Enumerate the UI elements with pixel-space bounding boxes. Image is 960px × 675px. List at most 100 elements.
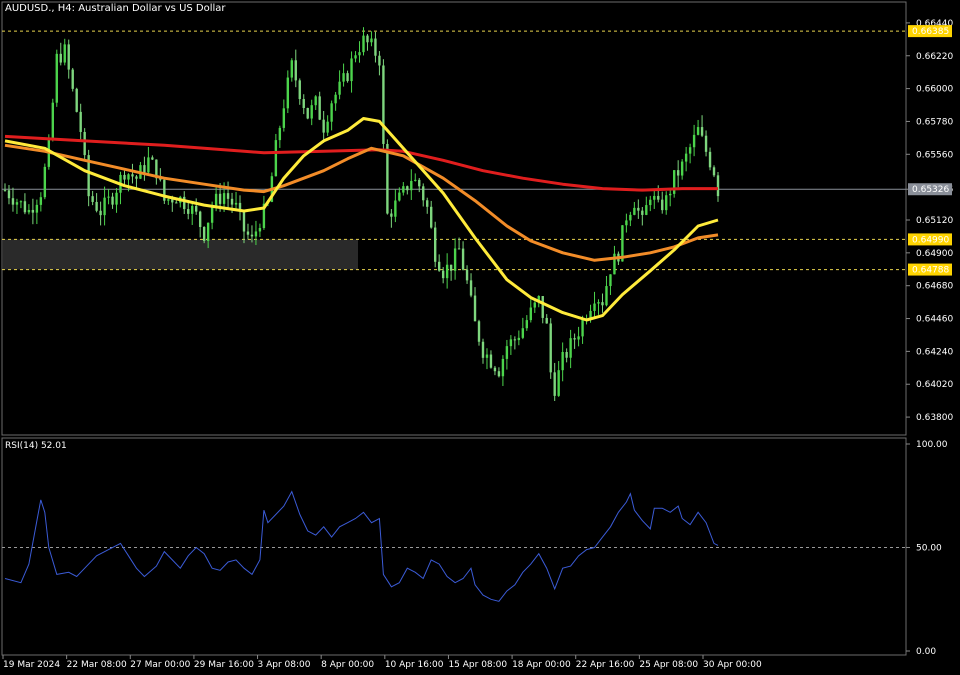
x-tick-label: 18 Apr 00:00 — [512, 660, 571, 670]
candle-body — [437, 261, 441, 271]
x-tick-label: 8 Apr 00:00 — [321, 660, 374, 670]
candle-body — [123, 174, 126, 180]
candle-body — [378, 55, 381, 66]
candle-body — [95, 201, 98, 211]
candle-body — [226, 193, 230, 199]
rsi-series — [4, 490, 719, 602]
candle-body — [565, 351, 568, 358]
x-tick-label: 27 Mar 00:00 — [130, 660, 190, 670]
candle-body — [322, 119, 325, 133]
timeframe: H4: — [57, 3, 76, 14]
candle-body — [418, 179, 421, 187]
candle-body — [649, 199, 652, 206]
candle-body — [3, 190, 7, 192]
y-tick-label: 0.65780 — [916, 117, 953, 127]
candle-body — [461, 248, 465, 270]
candle-body — [35, 204, 39, 213]
candle-body — [605, 286, 608, 306]
y-tick-label: 0.66220 — [916, 52, 953, 62]
x-tick-label: 22 Apr 16:00 — [576, 660, 635, 670]
candle-body — [641, 210, 644, 215]
candle-body — [67, 44, 70, 70]
candle-body — [242, 210, 246, 232]
chart-title: AUDUSD., H4: Australian Dollar vs US Dol… — [5, 3, 226, 14]
x-tick-label: 15 Apr 08:00 — [448, 660, 507, 670]
candle-body — [669, 193, 672, 196]
candle-body — [645, 205, 648, 215]
candle-body — [708, 151, 712, 168]
zone-box — [3, 239, 358, 270]
candle-body — [696, 127, 700, 135]
candle-body — [553, 372, 556, 396]
candle-body — [79, 111, 82, 132]
candle-body — [653, 195, 656, 200]
x-tick-label: 19 Mar 2024 — [3, 660, 60, 670]
candle-body — [422, 186, 425, 201]
candle-body — [354, 55, 357, 59]
candle-body — [688, 147, 692, 154]
candle-body — [700, 127, 704, 136]
candle-body — [601, 302, 604, 306]
candle-body — [665, 195, 668, 211]
candle-body — [115, 192, 118, 205]
candle-body — [318, 96, 321, 120]
candle-body — [473, 295, 477, 322]
candle-body — [206, 222, 210, 241]
candle-body — [175, 202, 178, 204]
candle-body — [661, 199, 664, 211]
candle-body — [684, 153, 688, 162]
candle-body — [298, 80, 301, 100]
ma-line — [4, 117, 719, 322]
candle-body — [609, 274, 612, 287]
candle-body — [167, 199, 170, 201]
candle-body — [481, 341, 485, 358]
x-tick-label: 25 Apr 08:00 — [639, 660, 698, 670]
candle-body — [135, 176, 138, 179]
candle-body — [426, 200, 429, 207]
time-axis: 19 Mar 2024 22 Mar 08:00 27 Mar 00:00 29 Ma… — [2, 655, 762, 670]
candle-body — [676, 170, 680, 176]
candle-body — [310, 105, 313, 119]
price-reference-lines: 0.66385 0.65326 0.64990 0.64788 — [2, 25, 952, 276]
candle-body — [382, 65, 385, 144]
candle-body — [83, 131, 86, 156]
candle-body — [692, 134, 696, 148]
y-tick-label: 0.64020 — [916, 380, 953, 390]
candle-body — [497, 371, 501, 377]
candle-body — [477, 321, 481, 342]
candle-body — [433, 227, 437, 262]
rsi-tick-label: 100.00 — [916, 440, 948, 450]
candle-body — [680, 161, 684, 176]
candle-body — [274, 140, 278, 177]
candle-body — [107, 196, 110, 198]
candle-body — [43, 166, 47, 198]
candle-body — [493, 367, 497, 372]
x-tick-label: 3 Apr 08:00 — [258, 660, 311, 670]
candle-body — [449, 264, 453, 271]
candle-body — [374, 38, 377, 56]
candle-body — [549, 323, 552, 373]
x-tick-label: 22 Mar 08:00 — [67, 660, 127, 670]
candle-body — [171, 199, 174, 203]
candle-body — [597, 302, 600, 304]
candle-body — [330, 103, 333, 122]
candle-body — [394, 200, 397, 217]
candle-body — [541, 296, 544, 318]
candle-body — [430, 206, 433, 228]
candle-body — [131, 174, 134, 177]
candle-body — [501, 358, 505, 377]
candle-body — [525, 320, 528, 329]
candle-body — [294, 60, 297, 81]
candle-body — [15, 202, 19, 205]
candle-body — [577, 336, 580, 340]
y-tick-label: 0.66000 — [916, 85, 953, 95]
candle-body — [55, 53, 58, 103]
candle-body — [342, 73, 345, 82]
y-tick-label: 0.63800 — [916, 413, 953, 423]
candle-body — [370, 38, 373, 43]
candle-body — [453, 248, 457, 271]
candle-body — [282, 108, 286, 128]
candle-body — [71, 69, 74, 89]
y-tick-label: 0.64900 — [916, 249, 953, 259]
price-axis: 0.664400.662200.660000.657800.655600.653… — [906, 19, 953, 423]
